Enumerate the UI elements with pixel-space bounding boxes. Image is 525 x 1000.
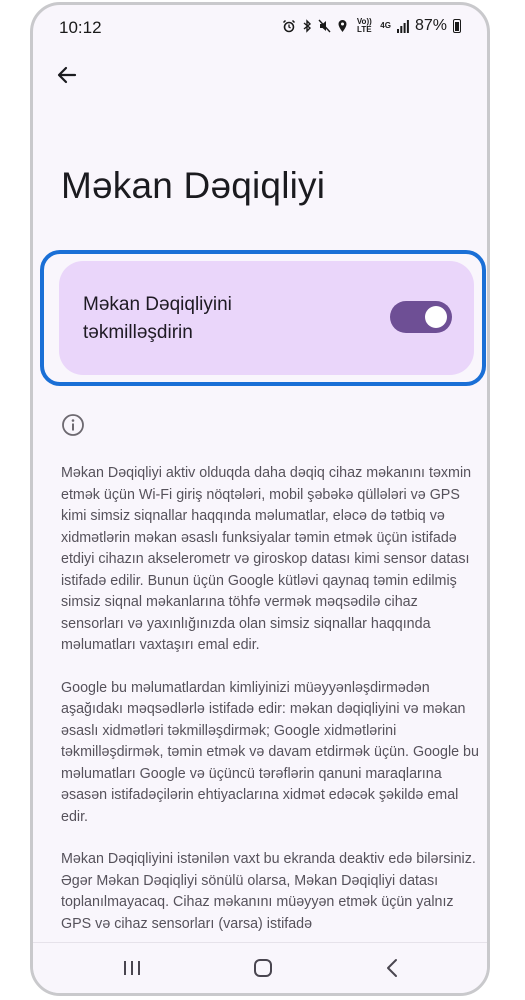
info-icon	[61, 413, 85, 437]
status-icons: Vo)) LTE 4G 87%	[282, 17, 461, 35]
recents-icon	[124, 961, 140, 975]
back-chevron-icon	[387, 959, 397, 977]
navigation-bar	[33, 942, 487, 993]
description-paragraph: Məkan Dəqiqliyi aktiv olduqda daha dəqiq…	[61, 465, 472, 653]
description-paragraph: Google bu məlumatlardan kimliyinizi müəy…	[61, 679, 479, 825]
status-bar: 10:12 Vo)) LTE 4G 87%	[33, 5, 487, 49]
signal-icon	[396, 19, 409, 33]
home-icon	[254, 959, 272, 977]
4g-icon: 4G	[380, 21, 391, 30]
volte-icon: Vo)) LTE	[356, 17, 372, 34]
description-paragraph: Məkan Dəqiqliyini istənilən vaxt bu ekra…	[61, 851, 476, 932]
back-button[interactable]	[51, 59, 83, 91]
location-icon	[337, 19, 348, 33]
status-time: 10:12	[59, 18, 102, 37]
arrow-left-icon	[57, 66, 77, 84]
page-title: Məkan Dəqiqliyi	[61, 165, 326, 206]
nav-back-button[interactable]	[380, 955, 406, 981]
home-button[interactable]	[250, 955, 276, 981]
phone-screen: 10:12 Vo)) LTE 4G 87% Məkan Dəqiqliyi Mə…	[30, 2, 490, 996]
description: Məkan Dəqiqliyi aktiv olduqda daha dəqiq…	[61, 463, 481, 956]
highlight-frame	[40, 250, 486, 386]
bluetooth-icon	[302, 19, 312, 33]
alarm-icon	[282, 19, 296, 33]
recents-button[interactable]	[119, 955, 145, 981]
mute-icon	[318, 19, 331, 33]
battery-percent: 87%	[414, 17, 447, 34]
battery-icon	[453, 19, 461, 33]
